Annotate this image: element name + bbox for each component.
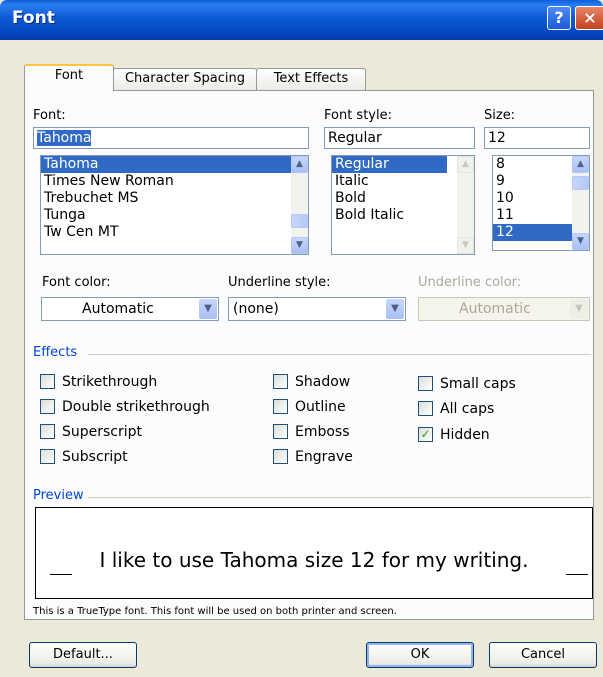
size-value: 12 xyxy=(488,130,506,146)
tab-text-effects[interactable]: Text Effects xyxy=(256,68,366,90)
preview-text: I like to use Tahoma size 12 for my writ… xyxy=(99,548,529,572)
checkbox-label: Strikethrough xyxy=(62,374,158,390)
underline-color-value: Automatic xyxy=(459,301,531,317)
help-icon: ? xyxy=(554,8,564,27)
preview-baseline-right xyxy=(566,574,588,575)
checkbox-label: Superscript xyxy=(62,424,143,440)
font-color-label: Font color: xyxy=(42,275,111,290)
scroll-up-icon[interactable]: ▲ xyxy=(572,156,589,173)
size-list-scrollbar[interactable]: ▲ ▼ xyxy=(572,156,589,250)
chevron-down-icon[interactable]: ▼ xyxy=(386,299,404,319)
effects-heading: Effects xyxy=(33,345,78,360)
effects-divider xyxy=(88,354,591,355)
font-note: This is a TrueType font. This font will … xyxy=(33,606,397,617)
font-color-select[interactable]: Automatic ▼ xyxy=(41,297,219,321)
checkbox-label: Outline xyxy=(295,399,346,415)
list-item[interactable]: Bold Italic xyxy=(332,207,474,224)
tab-font[interactable]: Font xyxy=(24,64,114,91)
checkbox-label: Emboss xyxy=(295,424,350,440)
cancel-button-label: Cancel xyxy=(520,647,566,662)
checkbox-box[interactable] xyxy=(273,449,288,464)
tab-font-label: Font xyxy=(54,68,84,83)
underline-style-value: (none) xyxy=(233,301,279,317)
preview-heading: Preview xyxy=(33,488,84,503)
list-item[interactable]: Tw Cen MT xyxy=(41,224,308,241)
list-item[interactable]: Bold xyxy=(332,190,474,207)
tab-strip: Font Character Spacing Text Effects xyxy=(24,64,594,91)
underline-style-select[interactable]: (none) ▼ xyxy=(228,297,406,321)
default-button[interactable]: Default... xyxy=(29,642,137,668)
checkbox-box[interactable] xyxy=(273,424,288,439)
font-style-scrollbar: ▲ ▼ xyxy=(457,156,474,254)
checkbox-label: Engrave xyxy=(295,449,353,465)
title-bar[interactable]: Font ? × xyxy=(0,0,603,40)
tab-character-spacing[interactable]: Character Spacing xyxy=(113,68,257,90)
font-color-value: Automatic xyxy=(82,301,154,317)
scroll-up-icon: ▲ xyxy=(457,156,474,173)
checkbox-label: Subscript xyxy=(62,449,128,465)
checkbox-label: Shadow xyxy=(295,374,351,390)
underline-color-select: Automatic ▼ xyxy=(418,297,590,321)
font-list-scrollbar[interactable]: ▲ ▼ xyxy=(291,156,308,254)
list-item[interactable]: Times New Roman xyxy=(41,173,308,190)
checkbox-label: Small caps xyxy=(440,376,516,392)
chevron-down-icon[interactable]: ▼ xyxy=(199,299,217,319)
window-title: Font xyxy=(12,8,55,28)
size-label: Size: xyxy=(484,108,516,123)
font-style-input[interactable]: Regular xyxy=(324,127,475,149)
checkbox-label: Double strikethrough xyxy=(62,399,210,415)
preview-box: I like to use Tahoma size 12 for my writ… xyxy=(35,507,593,599)
checkbox-box[interactable] xyxy=(273,374,288,389)
ok-button[interactable]: OK xyxy=(366,642,474,668)
checkbox-box[interactable] xyxy=(40,374,55,389)
preview-divider xyxy=(88,497,591,498)
tab-character-spacing-label: Character Spacing xyxy=(124,71,246,86)
checkbox-box[interactable] xyxy=(40,399,55,414)
tab-text-effects-label: Text Effects xyxy=(273,71,349,86)
close-icon: × xyxy=(583,8,597,27)
checkbox-box[interactable] xyxy=(273,399,288,414)
scroll-thumb[interactable] xyxy=(572,176,589,190)
font-label: Font: xyxy=(33,108,66,123)
font-listbox[interactable]: Tahoma Times New Roman Trebuchet MS Tung… xyxy=(40,155,309,255)
list-item[interactable]: Tahoma xyxy=(41,156,308,173)
size-listbox[interactable]: 8 9 10 11 12 ▲ ▼ xyxy=(492,155,590,251)
checkbox-box[interactable] xyxy=(40,424,55,439)
font-style-label: Font style: xyxy=(324,108,392,123)
checkbox-box[interactable] xyxy=(40,449,55,464)
scroll-down-icon[interactable]: ▼ xyxy=(572,233,589,250)
checkbox-box[interactable] xyxy=(418,401,433,416)
close-button[interactable]: × xyxy=(575,6,603,30)
list-item[interactable]: Tunga xyxy=(41,207,308,224)
preview-baseline-left xyxy=(50,574,72,575)
chevron-down-icon: ▼ xyxy=(570,299,588,319)
checkbox-label: Hidden xyxy=(440,427,490,443)
list-item[interactable]: 12 xyxy=(493,224,572,241)
font-style-listbox[interactable]: Regular Italic Bold Bold Italic ▲ ▼ xyxy=(331,155,475,255)
scroll-down-icon[interactable]: ▼ xyxy=(291,237,308,254)
checkmark-icon[interactable]: ✓ xyxy=(418,427,433,442)
checkbox-box[interactable] xyxy=(418,376,433,391)
scroll-up-icon[interactable]: ▲ xyxy=(291,156,308,173)
font-dialog: Font ? × Font Character Spacing Text Eff… xyxy=(0,0,603,677)
font-style-value: Regular xyxy=(328,130,382,146)
list-item[interactable]: Italic xyxy=(332,173,474,190)
scroll-down-icon: ▼ xyxy=(457,237,474,254)
list-item[interactable]: Regular xyxy=(332,156,447,173)
ok-button-label: OK xyxy=(410,647,430,662)
font-name-value: Tahoma xyxy=(37,130,92,146)
help-button[interactable]: ? xyxy=(547,6,571,30)
size-input[interactable]: 12 xyxy=(484,127,590,149)
default-button-label: Default... xyxy=(53,647,113,662)
cancel-button[interactable]: Cancel xyxy=(489,642,597,668)
font-name-input[interactable]: Tahoma xyxy=(33,127,309,149)
scroll-thumb[interactable] xyxy=(291,214,308,228)
checkbox-label: All caps xyxy=(440,401,495,417)
underline-style-label: Underline style: xyxy=(228,275,331,290)
list-item[interactable]: Trebuchet MS xyxy=(41,190,308,207)
underline-color-label: Underline color: xyxy=(418,275,522,290)
